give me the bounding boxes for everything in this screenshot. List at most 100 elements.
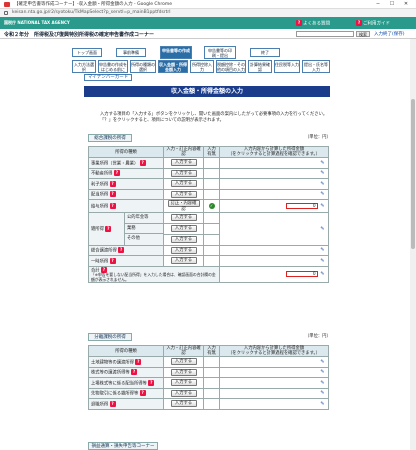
help-icon[interactable]: ? (109, 191, 116, 197)
input-button-temporary[interactable]: 入力する (170, 257, 197, 265)
table-row: 上場株式等に係る配当所得等 ? 入力する ✎ (88, 377, 329, 389)
input-button-stock[interactable]: 入力する (170, 368, 197, 376)
table-row: 総合譲渡所得 ? 入力する ✎ (88, 244, 329, 256)
table-row: 不動産所得 ? 入力する ✎ (88, 167, 329, 179)
input-button-listed-dividend[interactable]: 入力する (170, 379, 197, 387)
calc-detail-icon[interactable]: ✎ (319, 258, 326, 264)
help-icon[interactable]: ? (109, 257, 116, 264)
table-row: 配当所得 ? 入力する ✎ (88, 188, 329, 200)
help-icon[interactable]: ? (109, 202, 116, 209)
help-icon[interactable]: ? (139, 159, 146, 166)
input-button-pension[interactable]: 入力する (170, 214, 197, 222)
browser-title-bar: 【確定申告書等作成コーナー】-収入金額・所得金額の入力 - Google Chr… (0, 0, 416, 9)
input-button-retirement[interactable]: 入力する (170, 400, 197, 408)
calc-detail-icon[interactable]: ✎ (319, 271, 326, 277)
calc-detail-icon[interactable]: ✎ (319, 359, 326, 365)
table-row: 退職所得 ? 入力する ✎ (88, 398, 329, 410)
faq-link[interactable]: ? よくある質問 (296, 20, 330, 27)
calc-detail-icon[interactable]: ✎ (319, 390, 326, 396)
input-button-business[interactable]: 入力する (170, 159, 197, 167)
question-icon: ? (296, 20, 302, 26)
guide-link[interactable]: ? ご利用ガイド (356, 20, 390, 27)
substep-method: 入力方法選択 (72, 60, 96, 73)
url-text[interactable]: keisan.nta.go.jp/r2/syotoku/TkMapSelect?… (12, 10, 171, 15)
input-button-land[interactable]: 入力する (170, 358, 197, 366)
input-button-transfer[interactable]: 入力する (170, 246, 197, 254)
substep-before: 申告書の作成をはじめる前に (98, 60, 128, 73)
col-status: 入力有無 (203, 146, 220, 158)
col-type: 所得の種類 (88, 345, 164, 357)
calc-detail-icon[interactable]: ✎ (319, 369, 326, 375)
calc-detail-icon[interactable]: ✎ (319, 247, 326, 253)
search-button[interactable]: 検索 (356, 31, 370, 37)
section-sogo: 総合課税の所得 (88, 134, 132, 142)
site-header: 国税庁 NATIONAL TAX AGENCY ? よくある質問 ? ご利用ガイド (0, 17, 416, 29)
calc-detail-icon[interactable]: ✎ (319, 191, 326, 197)
input-button-futures[interactable]: 入力する (170, 389, 197, 397)
col-status: 入力有無 (203, 345, 220, 357)
total-note: 「※申告を要しない配当所得」を入力した場合は、確認画面の合計欄の金額が表示されま… (91, 272, 216, 282)
help-icon[interactable]: ? (109, 180, 116, 187)
save-exit-link[interactable]: 入力終了(保存) (374, 31, 405, 37)
entered-check-icon: ✓ (208, 203, 215, 209)
calc-detail-icon[interactable]: ✎ (319, 401, 326, 407)
col-amount: 入力内容から計算した所得金額 （をクリックすると計算過程を確認できます。） (219, 345, 329, 357)
calc-detail-icon[interactable]: ✎ (319, 203, 326, 209)
close-icon[interactable]: ✕ (400, 0, 412, 9)
help-icon[interactable]: ? (148, 379, 155, 386)
section-bunri: 分離課税の所得 (88, 333, 132, 341)
sogo-table: 所得の種類 入力・訂正内容確認 入力有無 入力内容から計算した所得金額 （をクリッ… (88, 146, 329, 283)
minimize-icon[interactable]: ─ (372, 0, 384, 9)
unit-label: （単位：円） (305, 334, 331, 339)
help-icon[interactable]: ? (113, 170, 120, 176)
input-button-dividend[interactable]: 入力する (170, 190, 197, 198)
table-row: 利子所得 ? 入力する ✎ (88, 178, 329, 190)
step-print: 申告書等の印刷・提出 (204, 46, 236, 59)
substep-income: 収入金額・所得金額入力 (158, 60, 188, 73)
scrollbar[interactable] (410, 39, 416, 450)
address-bar[interactable]: keisan.nta.go.jp/r2/syotoku/TkMapSelect?… (0, 9, 416, 17)
input-button-interest[interactable]: 入力する (170, 180, 197, 188)
search-input[interactable] (296, 31, 354, 37)
step-prepare: 事前準備 (116, 48, 146, 57)
substep-kind: 所得の種類の選択 (130, 60, 156, 73)
agency-logo[interactable]: 国税庁 NATIONAL TAX AGENCY (4, 20, 70, 26)
help-icon[interactable]: ? (139, 390, 146, 396)
calc-detail-icon[interactable]: ✎ (319, 226, 326, 232)
help-icon[interactable]: ? (135, 358, 142, 365)
help-icon[interactable]: ? (109, 400, 116, 407)
lock-icon (4, 11, 8, 15)
table-row: 株式等の譲渡所得等 ? 入力する ✎ (88, 366, 329, 378)
mynumber-card-tab[interactable]: マイナンバーカード (84, 74, 132, 81)
calc-detail-icon[interactable]: ✎ (319, 380, 326, 386)
substep-resident: 住民税等入力 (274, 60, 300, 73)
table-row: 土地建物等の譲渡所得 ? 入力する ✎ (88, 356, 329, 368)
unit-label: （単位：円） (305, 135, 331, 140)
help-icon[interactable]: ? (105, 225, 112, 232)
col-amount: 入力内容から計算した所得金額 （をクリックすると計算過程を確認できます。） (219, 146, 329, 158)
progress-steps: トップ画面 事前準備 申告書等の作成 申告書等の印刷・提出 終了 入力方法選択 … (0, 42, 416, 82)
app-header: 令和２年分 所得税及び復興特別所得税の確定申告書作成コーナー 検索 入力終了(保… (0, 29, 416, 39)
browser-title: 【確定申告書等作成コーナー】-収入金額・所得金額の入力 - Google Chr… (14, 2, 173, 7)
table-row: 雑所得 ? 公的年金等 業務 その他 入力する ✎ (88, 212, 329, 246)
help-icon[interactable]: ? (118, 247, 125, 253)
calc-detail-icon[interactable]: ✎ (319, 160, 326, 166)
input-button-business-misc[interactable]: 入力する (170, 225, 197, 233)
col-action: 入力・訂正内容確認 (163, 146, 204, 158)
calc-detail-icon[interactable]: ✎ (319, 170, 326, 176)
section-loss[interactable]: 損益通算・損失申告等コーナー (88, 442, 158, 450)
input-button-other-misc[interactable]: 入力する (170, 236, 197, 244)
help-icon[interactable]: ? (131, 369, 138, 375)
salary-amount: 0 (285, 203, 318, 209)
table-row: 事業所得（営業・農業） ? 入力する ✎ (88, 157, 329, 169)
substep-deduction: 所得控除入力 (190, 60, 214, 73)
edit-button-salary[interactable]: 訂正・内容確認 (167, 200, 200, 212)
scrollbar-thumb[interactable] (411, 99, 415, 249)
guide-icon: ? (356, 20, 362, 26)
substep-tax-credit: 税額控除・その他の項目の入力 (216, 60, 246, 73)
table-row: 給与所得 ? 訂正・内容確認 ✓ 0 ✎ (88, 199, 329, 213)
input-button-realestate[interactable]: 入力する (170, 169, 197, 177)
col-action: 入力・訂正内容確認 (163, 345, 204, 357)
calc-detail-icon[interactable]: ✎ (319, 181, 326, 187)
maximize-icon[interactable]: ☐ (386, 0, 398, 9)
